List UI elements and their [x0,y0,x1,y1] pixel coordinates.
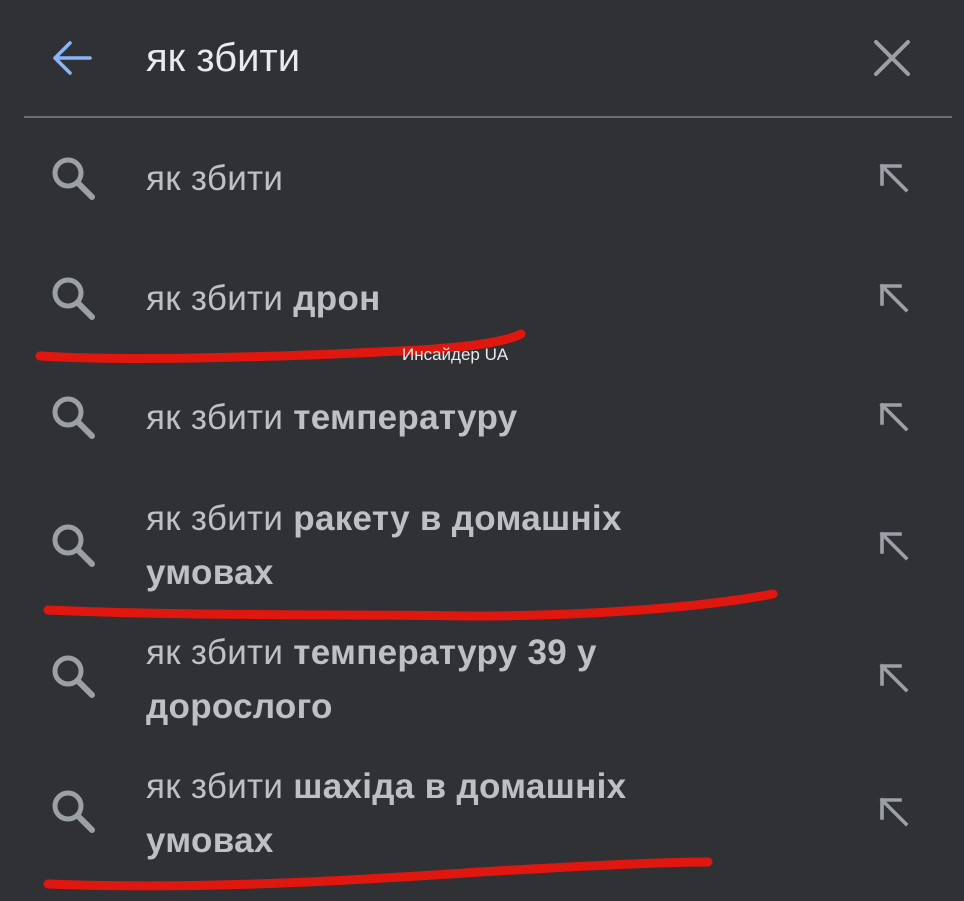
suggestion-text: як збити ракету в домашніх умовах [146,492,746,600]
suggestion-item[interactable]: як збити температуру 39 у дорослого [0,626,964,736]
search-icon [52,277,95,320]
suggestion-prefix: як збити [146,279,284,318]
search-icon [52,396,95,439]
search-input[interactable] [146,28,826,88]
arrow-up-left-icon [879,531,909,561]
search-icon [52,524,95,567]
suggestion-text: як збити шахіда в домашніх умовах [146,760,746,868]
suggestion-text: як збити температуру 39 у дорослого [146,626,746,734]
suggestion-item[interactable]: як збити дрон [0,270,964,340]
fill-query-button[interactable] [866,518,922,574]
search-icon [52,790,95,833]
fill-query-button[interactable] [866,150,922,206]
arrow-up-left-icon [879,402,909,432]
suggestion-item[interactable]: як збити ракету в домашніх умовах [0,492,964,602]
suggestion-text: як збити [146,152,746,206]
clear-button[interactable] [864,30,920,86]
search-divider [24,116,952,118]
arrow-up-left-icon [879,797,909,827]
fill-query-button[interactable] [866,650,922,706]
suggestion-completion: дрон [293,279,381,318]
suggestion-completion: температуру [293,398,518,437]
fill-query-button[interactable] [866,270,922,326]
watermark: Инсайдер UA [402,345,509,364]
suggestion-prefix: як збити [146,499,284,538]
suggestion-item[interactable]: як збити шахіда в домашніх умовах [0,760,964,870]
arrow-up-left-icon [879,163,909,193]
arrow-up-left-icon [879,283,909,313]
suggestion-prefix: як збити [146,398,284,437]
search-icon [52,157,95,200]
close-icon [874,40,910,76]
suggestion-prefix: як збити [146,633,284,672]
suggestion-item[interactable]: як збити [0,150,964,220]
arrow-up-left-icon [879,663,909,693]
suggestion-prefix: як збити [146,767,284,806]
search-bar [0,0,964,118]
suggestion-prefix: як збити [146,159,284,198]
suggestion-item[interactable]: як збити температуру [0,389,964,459]
suggestion-text: як збити дрон [146,272,746,326]
search-icon [52,655,95,698]
fill-query-button[interactable] [866,389,922,445]
fill-query-button[interactable] [866,784,922,840]
back-button[interactable] [44,30,100,86]
arrow-back-icon [53,41,92,75]
suggestion-text: як збити температуру [146,391,746,445]
